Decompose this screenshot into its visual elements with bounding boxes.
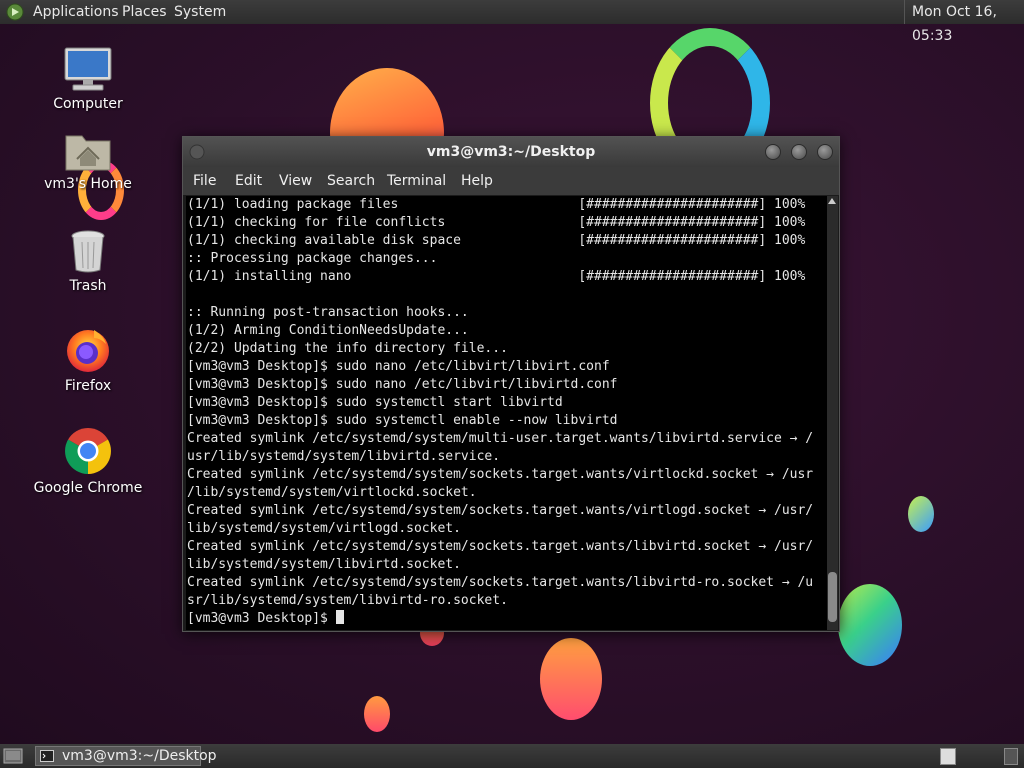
desktop-icon-label: Trash bbox=[69, 278, 107, 294]
wallpaper-orange-drop bbox=[540, 638, 602, 720]
terminal-line: sr/lib/systemd/system/libvirtd-ro.socket… bbox=[187, 593, 508, 608]
firefox-icon bbox=[67, 330, 109, 372]
desktop-icon-label: Google Chrome bbox=[33, 480, 143, 496]
menu-view[interactable]: View bbox=[279, 167, 312, 195]
workspace-switcher-2[interactable] bbox=[1004, 748, 1018, 765]
terminal-line: [vm3@vm3 Desktop]$ sudo systemctl enable… bbox=[187, 413, 618, 428]
desktop-icon-trash[interactable]: Trash bbox=[33, 228, 143, 294]
terminal-line: /lib/systemd/system/virtlockd.socket. bbox=[187, 485, 477, 500]
desktop-icon-home[interactable]: vm3's Home bbox=[33, 128, 143, 192]
workspace-switcher[interactable] bbox=[940, 748, 956, 765]
scroll-up-arrow-icon[interactable] bbox=[828, 198, 836, 204]
terminal-line: Created symlink /etc/systemd/system/mult… bbox=[187, 431, 814, 446]
desktop-icon-firefox[interactable]: Firefox bbox=[33, 326, 143, 394]
show-desktop-icon[interactable] bbox=[3, 747, 23, 765]
computer-icon bbox=[64, 47, 112, 91]
window-menu-icon[interactable] bbox=[189, 144, 205, 160]
terminal-line: (1/1) loading package files [###########… bbox=[187, 197, 806, 212]
desktop-icon-label: Firefox bbox=[64, 378, 112, 394]
terminal-icon bbox=[40, 750, 54, 762]
terminal-line: Created symlink /etc/systemd/system/sock… bbox=[187, 467, 814, 482]
menu-file[interactable]: File bbox=[193, 167, 216, 195]
terminal-menubar: File Edit View Search Terminal Help bbox=[183, 167, 839, 195]
trash-icon bbox=[71, 230, 105, 273]
minimize-button[interactable] bbox=[765, 144, 781, 160]
terminal-line: (1/1) checking for file conflicts [#####… bbox=[187, 215, 806, 230]
terminal-scrollbar[interactable] bbox=[827, 196, 838, 630]
terminal-line: Created symlink /etc/systemd/system/sock… bbox=[187, 539, 814, 554]
terminal-line: Created symlink /etc/systemd/system/sock… bbox=[187, 503, 814, 518]
terminal-line: (2/2) Updating the info directory file..… bbox=[187, 341, 508, 356]
terminal-output[interactable]: (1/1) loading package files [###########… bbox=[186, 196, 827, 630]
desktop-icon-chrome[interactable]: Google Chrome bbox=[33, 426, 143, 496]
terminal-line: [vm3@vm3 Desktop]$ bbox=[187, 610, 827, 628]
top-panel: Applications Places System Mon Oct 16, 0… bbox=[0, 0, 1024, 44]
terminal-line: lib/systemd/system/libvirtd.socket. bbox=[187, 557, 461, 572]
taskbar-window-label: vm3@vm3:~/Desktop bbox=[62, 748, 217, 764]
maximize-button[interactable] bbox=[791, 144, 807, 160]
menu-system[interactable]: System bbox=[174, 0, 226, 24]
desktop-icon-label: Computer bbox=[53, 96, 123, 112]
terminal-line: :: Running post-transaction hooks... bbox=[187, 305, 469, 320]
chrome-icon bbox=[65, 428, 111, 474]
menu-places[interactable]: Places bbox=[122, 0, 167, 24]
terminal-line: usr/lib/systemd/system/libvirtd.service. bbox=[187, 449, 501, 464]
bottom-panel: vm3@vm3:~/Desktop bbox=[0, 744, 1024, 768]
terminal-window[interactable]: vm3@vm3:~/Desktop File Edit View Search … bbox=[182, 136, 840, 632]
scrollbar-thumb[interactable] bbox=[828, 572, 837, 622]
taskbar-window-button[interactable]: vm3@vm3:~/Desktop bbox=[35, 746, 217, 766]
menu-edit[interactable]: Edit bbox=[235, 167, 262, 195]
mate-logo-icon[interactable] bbox=[6, 3, 24, 21]
terminal-line: :: Processing package changes... bbox=[187, 251, 438, 266]
desktop-icon-computer[interactable]: Computer bbox=[33, 46, 143, 112]
window-titlebar[interactable]: vm3@vm3:~/Desktop bbox=[183, 137, 839, 167]
terminal-line: (1/1) checking available disk space [###… bbox=[187, 233, 806, 248]
wallpaper-small-drop bbox=[364, 696, 390, 732]
menu-help[interactable]: Help bbox=[461, 167, 493, 195]
terminal-line: Created symlink /etc/systemd/system/sock… bbox=[187, 575, 814, 590]
terminal-line: (1/2) Arming ConditionNeedsUpdate... bbox=[187, 323, 469, 338]
desktop-icon-label: vm3's Home bbox=[44, 176, 132, 192]
home-folder-icon bbox=[65, 135, 111, 171]
window-title: vm3@vm3:~/Desktop bbox=[426, 144, 596, 160]
terminal-line: [vm3@vm3 Desktop]$ sudo systemctl start … bbox=[187, 395, 563, 410]
close-button[interactable] bbox=[817, 144, 833, 160]
terminal-line: [vm3@vm3 Desktop]$ sudo nano /etc/libvir… bbox=[187, 359, 610, 374]
menu-applications[interactable]: Applications bbox=[33, 0, 119, 24]
menu-search[interactable]: Search bbox=[327, 167, 375, 195]
wallpaper-green-blue-blob bbox=[838, 584, 902, 666]
terminal-line: (1/1) installing nano [#################… bbox=[187, 269, 806, 284]
terminal-line: lib/systemd/system/virtlogd.socket. bbox=[187, 521, 461, 536]
terminal-line: [vm3@vm3 Desktop]$ sudo nano /etc/libvir… bbox=[187, 377, 618, 392]
wallpaper-small-green-blob bbox=[908, 496, 934, 532]
clock[interactable]: Mon Oct 16, 05:33 bbox=[904, 0, 1024, 44]
menu-terminal[interactable]: Terminal bbox=[387, 167, 446, 195]
terminal-cursor bbox=[335, 610, 344, 624]
